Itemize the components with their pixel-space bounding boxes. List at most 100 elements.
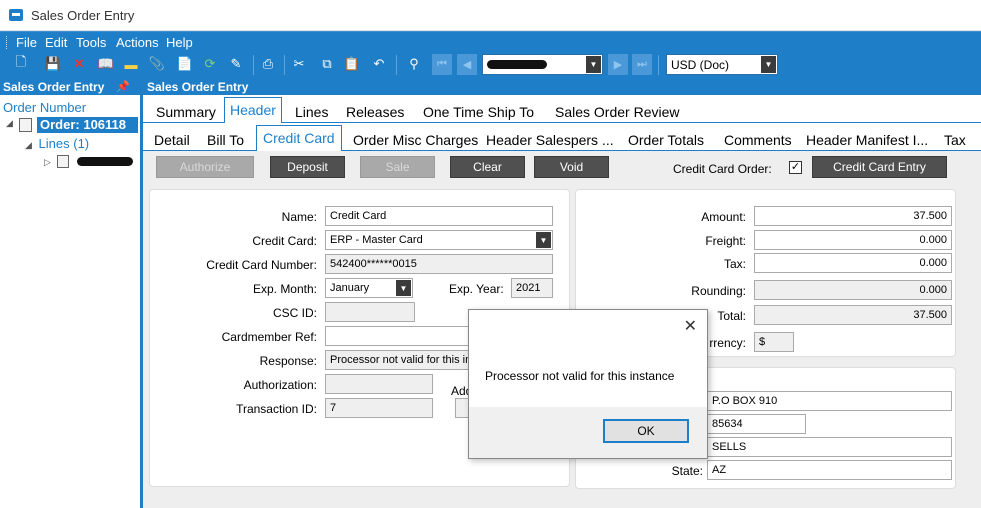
expand-icon[interactable]: ▷ <box>44 157 51 167</box>
toolbar-separator <box>284 55 285 75</box>
tab-header-manifest[interactable]: Header Manifest I... <box>806 132 928 148</box>
copy-icon[interactable]: ⧉ <box>318 55 336 73</box>
transaction-id-field[interactable]: 7 <box>325 398 433 418</box>
tab-tax[interactable]: Tax <box>944 132 966 148</box>
cardmember-ref-label: Cardmember Ref: <box>221 330 317 344</box>
clear-button[interactable]: Clear <box>450 156 525 178</box>
name-field[interactable]: Credit Card <box>325 206 553 226</box>
pin-icon[interactable]: 📌 <box>116 80 130 93</box>
tab-one-time-ship-to[interactable]: One Time Ship To <box>423 104 534 120</box>
city-field[interactable]: SELLS <box>707 437 952 457</box>
currency-select[interactable]: USD (Doc) ▼ <box>666 54 778 75</box>
credit-card-label: Credit Card: <box>252 234 317 248</box>
print-icon[interactable]: ⎙ <box>259 55 277 73</box>
refresh-icon[interactable]: ⟳ <box>201 55 219 73</box>
main-panel-header: Sales Order Entry <box>143 78 981 95</box>
navigation-panel-header: Sales Order Entry 📌 <box>0 78 140 95</box>
window-titlebar: Sales Order Entry <box>0 0 981 31</box>
sale-button[interactable]: Sale <box>360 156 435 178</box>
line-icon <box>57 155 70 169</box>
total-field[interactable]: 37.500 <box>754 305 952 325</box>
last-record-icon[interactable]: ⏭ <box>632 54 652 75</box>
save-icon[interactable]: 💾 <box>44 55 62 73</box>
tree-header[interactable]: Order Number <box>3 100 86 115</box>
undo-icon[interactable]: ↶ <box>370 55 388 73</box>
navigation-panel: Sales Order Entry 📌 Order Number ◢ Order… <box>0 78 143 508</box>
deposit-button[interactable]: Deposit <box>270 156 345 178</box>
tree-order-node[interactable]: ◢ Order: 106118 <box>6 117 138 133</box>
csc-id-field[interactable] <box>325 302 415 322</box>
currency-label: rrency: <box>709 336 746 350</box>
cc-order-label: Credit Card Order: <box>673 162 772 176</box>
authorization-field[interactable] <box>325 374 433 394</box>
tree-lines-node[interactable]: ◢ Lines (1) <box>25 136 89 151</box>
new-icon[interactable]: 🗋 <box>12 54 30 73</box>
delete-icon[interactable]: ✕ <box>70 55 88 73</box>
paste-icon[interactable]: 📋 <box>343 55 361 73</box>
currency-field[interactable]: $ <box>754 332 794 352</box>
tax-field[interactable]: 0.000 <box>754 253 952 273</box>
ok-button[interactable]: OK <box>603 419 689 443</box>
freight-field[interactable]: 0.000 <box>754 230 952 250</box>
tab-summary[interactable]: Summary <box>156 104 216 120</box>
menu-help[interactable]: Help <box>166 35 193 50</box>
menu-tools[interactable]: Tools <box>76 35 106 50</box>
collapse-icon[interactable]: ◢ <box>6 118 13 129</box>
authorize-button[interactable]: Authorize <box>156 156 254 178</box>
book-icon[interactable]: 📖 <box>97 55 115 73</box>
collapse-icon[interactable]: ◢ <box>25 140 32 150</box>
state-field[interactable]: AZ <box>707 460 952 480</box>
tab-comments[interactable]: Comments <box>724 132 792 148</box>
credit-card-entry-button[interactable]: Credit Card Entry <box>812 156 947 178</box>
tab-credit-card[interactable]: Credit Card <box>256 125 342 152</box>
record-selector[interactable]: ▼ <box>482 54 603 75</box>
csc-id-label: CSC ID: <box>272 306 317 320</box>
chevron-down-icon[interactable]: ▼ <box>536 232 551 248</box>
menubar-grip <box>6 36 9 49</box>
top-tabs: Summary Header Lines Releases One Time S… <box>143 95 981 124</box>
lines-label[interactable]: Lines (1) <box>39 136 90 151</box>
chevron-down-icon[interactable]: ▼ <box>586 56 601 73</box>
binoculars-icon[interactable]: ⚲ <box>405 55 423 73</box>
transaction-id-label: Transaction ID: <box>236 402 317 416</box>
exp-month-label: Exp. Month: <box>252 282 317 296</box>
close-icon[interactable]: ✕ <box>684 316 697 336</box>
exp-year-label: Exp. Year: <box>449 282 504 296</box>
rounding-field[interactable]: 0.000 <box>754 280 952 300</box>
void-button[interactable]: Void <box>534 156 609 178</box>
eraser-icon[interactable]: ✎ <box>227 55 245 73</box>
menu-actions[interactable]: Actions <box>116 35 159 50</box>
credit-card-select[interactable]: ERP - Master Card ▼ <box>325 230 553 250</box>
memo-icon[interactable]: ▬ <box>122 55 140 73</box>
tab-order-totals[interactable]: Order Totals <box>628 132 704 148</box>
tab-lines[interactable]: Lines <box>295 104 328 120</box>
menu-edit[interactable]: Edit <box>45 35 67 50</box>
order-label[interactable]: Order: 106118 <box>37 117 138 133</box>
chevron-down-icon[interactable]: ▼ <box>396 280 411 296</box>
tab-sales-order-review[interactable]: Sales Order Review <box>555 104 680 120</box>
tab-order-misc-charges[interactable]: Order Misc Charges <box>353 132 478 148</box>
error-dialog: ✕ Processor not valid for this instance … <box>468 309 708 459</box>
next-record-icon[interactable]: ▶ <box>608 54 628 75</box>
address-line1-field[interactable]: P.O BOX 910 <box>707 391 952 411</box>
menu-file[interactable]: File <box>16 35 37 50</box>
tab-detail[interactable]: Detail <box>154 132 190 148</box>
exp-year-field[interactable]: 2021 <box>511 278 553 298</box>
first-record-icon[interactable]: ⏮ <box>432 54 452 75</box>
document-icon[interactable]: 📄 <box>176 55 194 73</box>
chevron-down-icon[interactable]: ▼ <box>761 56 776 73</box>
tree-line-item[interactable]: ▷ <box>44 154 133 169</box>
attachment-icon[interactable]: 📎 <box>148 55 166 73</box>
amount-field[interactable]: 37.500 <box>754 206 952 226</box>
zip-field[interactable]: 85634 <box>707 414 806 434</box>
tab-header[interactable]: Header <box>224 97 282 124</box>
cc-order-checkbox[interactable]: ✓ <box>789 161 802 174</box>
cut-icon[interactable]: ✂ <box>290 55 308 73</box>
tab-header-salesperson[interactable]: Header Salespers ... <box>486 132 614 148</box>
tab-bill-to[interactable]: Bill To <box>207 132 244 148</box>
previous-record-icon[interactable]: ◀ <box>457 54 477 75</box>
tab-releases[interactable]: Releases <box>346 104 404 120</box>
exp-month-value: January <box>330 282 370 294</box>
card-number-field[interactable]: 542400******0015 <box>325 254 553 274</box>
exp-month-select[interactable]: January ▼ <box>325 278 413 298</box>
